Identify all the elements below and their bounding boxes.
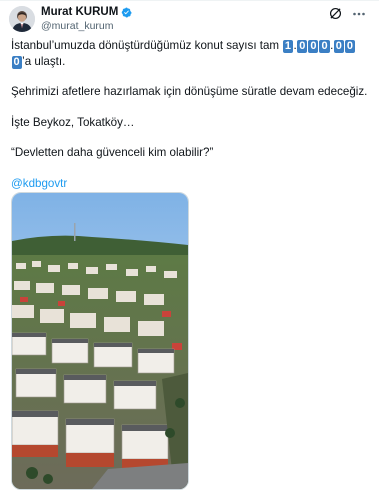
- number-digit: 0: [11, 55, 22, 69]
- tweet-text-prefix: İstanbul’umuzda dönüştürdüğümüz konut sa…: [11, 39, 283, 52]
- number-separator: .: [293, 39, 297, 52]
- tweet-photo[interactable]: [11, 192, 189, 490]
- number-digit: 0: [308, 40, 319, 53]
- mention-link[interactable]: @kdbgovtr: [11, 176, 361, 192]
- number-digit: 0: [333, 40, 344, 53]
- tweet-line-1: İstanbul’umuzda dönüştürdüğümüz konut sa…: [11, 38, 361, 54]
- number-separator: .: [330, 39, 334, 52]
- author-handle[interactable]: @murat_kurum: [41, 20, 114, 32]
- grok-icon[interactable]: [329, 7, 342, 20]
- avatar[interactable]: [9, 6, 35, 32]
- tweet-paragraph-2: Şehrimizi afetlere hazırlamak için dönüş…: [11, 85, 368, 98]
- tweet-paragraph-4: “Devletten daha güvenceli kim olabilir?”: [11, 146, 214, 159]
- tweet-line-2: 0’a ulaştı.: [11, 54, 361, 70]
- number-digit: 1: [282, 40, 293, 53]
- aerial-photo-of-housing: [12, 193, 188, 489]
- number-digit: 0: [319, 40, 330, 53]
- author-row: Murat KURUM: [41, 6, 133, 18]
- top-divider: [0, 0, 379, 1]
- tweet-text: İstanbul’umuzda dönüştürdüğümüz konut sa…: [11, 38, 368, 192]
- tweet-text-suffix: ’a ulaştı.: [22, 54, 66, 68]
- author-name[interactable]: Murat KURUM: [41, 6, 118, 18]
- tweet-paragraph-3: İşte Beykoz, Tokatköy…: [11, 115, 135, 129]
- verified-badge-icon: [122, 7, 133, 17]
- avatar-image: [9, 6, 35, 32]
- number-digit: 0: [344, 40, 356, 53]
- number-digit: 0: [297, 40, 308, 53]
- more-options-icon[interactable]: [351, 6, 367, 22]
